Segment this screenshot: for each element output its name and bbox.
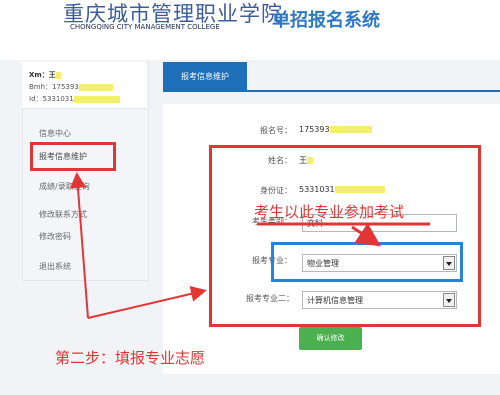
arrow-to-menu xyxy=(69,172,89,319)
annotation-arrows xyxy=(69,172,430,319)
arrow-to-form xyxy=(87,285,207,319)
arrow-to-major xyxy=(351,223,381,247)
